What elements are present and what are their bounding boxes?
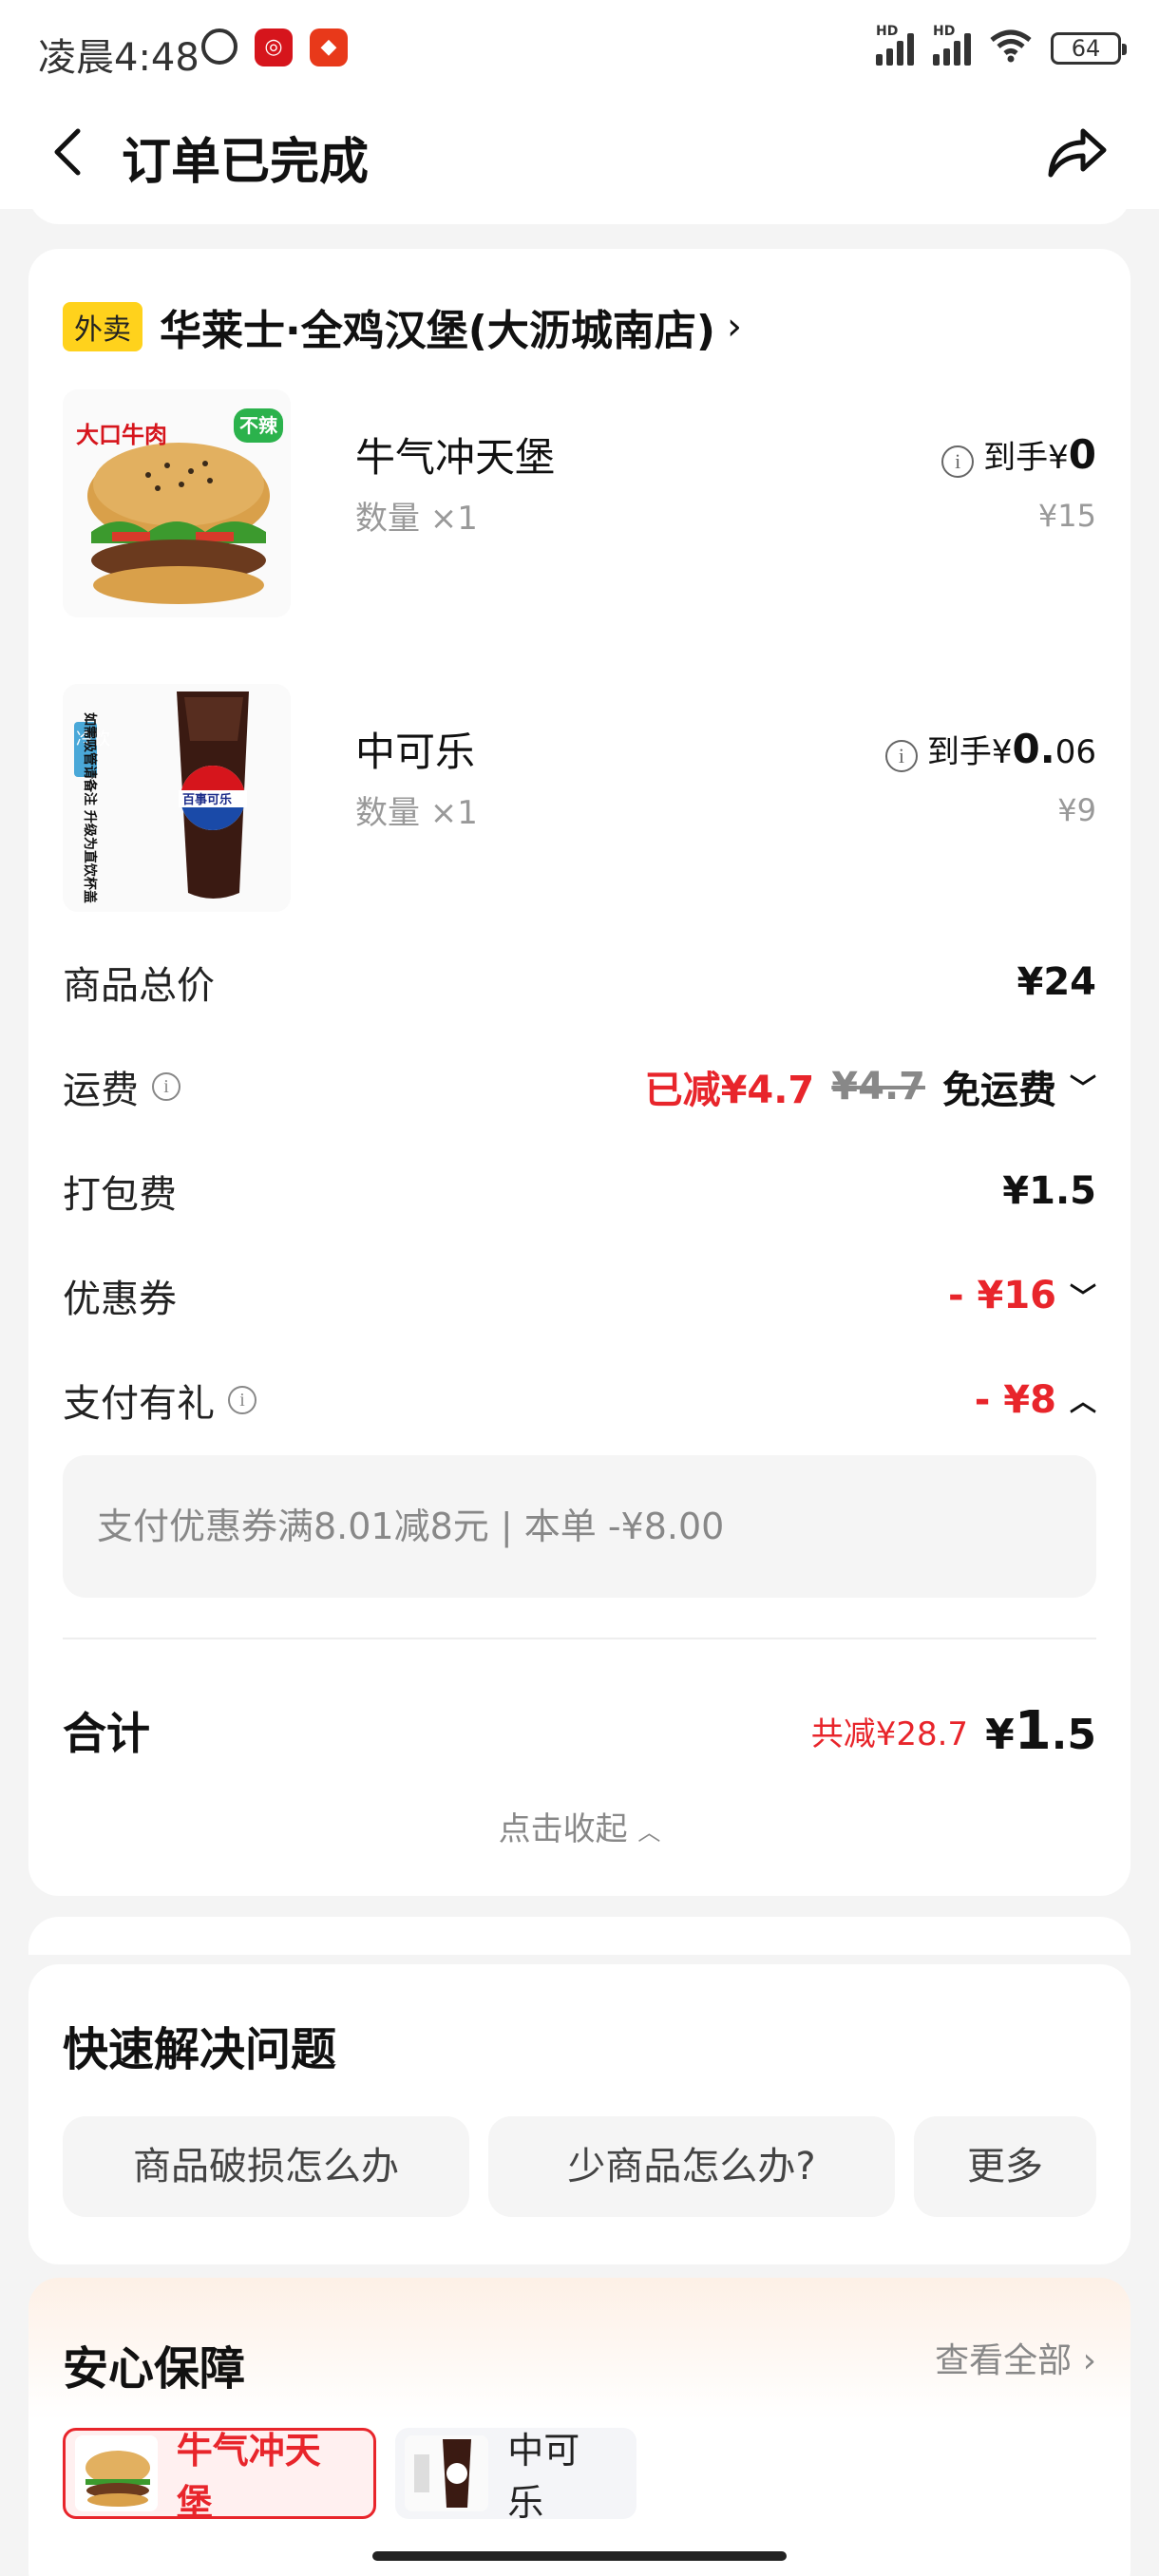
share-icon[interactable] — [1043, 118, 1110, 184]
delivery-original: ¥4.7 — [831, 1065, 925, 1108]
order-item[interactable]: 大口牛肉 不辣 牛气冲天堡 数量 ×1 i 到手¥ 0 ¥15 — [63, 389, 1096, 617]
chip-label: 中可乐 — [507, 2430, 580, 2524]
store-row[interactable]: 外卖 华莱士·全鸡汉堡(大沥城南店) › — [63, 296, 742, 357]
order-detail-card: 外卖 华莱士·全鸡汉堡(大沥城南店) › 大口牛肉 不辣 牛气冲天堡 数量 ×1… — [28, 249, 1130, 1896]
damaged-goods-button[interactable]: 商品破损怎么办 — [63, 2116, 469, 2217]
subtotal-value: ¥24 — [1016, 960, 1097, 1004]
coupon-label: 优惠券 — [63, 1278, 177, 1321]
status-time: 凌晨4:48 — [38, 36, 200, 80]
pay-gift-value: - ¥8 ︿ — [974, 1378, 1096, 1422]
assurance-title: 安心保障 — [63, 2342, 246, 2396]
chevron-up-icon[interactable]: ︿ — [1070, 1381, 1096, 1419]
more-button[interactable]: 更多 — [914, 2116, 1096, 2217]
item-quantity: 数量 ×1 — [355, 794, 478, 832]
item-quantity: 数量 ×1 — [355, 500, 478, 538]
coupon-value: - ¥16 ﹀ — [947, 1274, 1096, 1317]
see-all-link[interactable]: 查看全部 › — [935, 2333, 1096, 2382]
info-icon[interactable]: i — [228, 1386, 256, 1414]
home-indicator[interactable] — [372, 2551, 787, 2561]
delivery-fee-label: 运费 i — [63, 1059, 190, 1114]
back-arrow-icon[interactable] — [49, 127, 87, 177]
assurance-card: 安心保障 查看全部 › 牛气冲天堡 中可乐 — [28, 2278, 1130, 2576]
page-title: 订单已完成 — [122, 134, 370, 191]
chevron-down-icon[interactable]: ﹀ — [1070, 1068, 1096, 1106]
subtotal-row: 商品总价 ¥24 — [63, 954, 1096, 1011]
info-icon[interactable]: i — [884, 740, 918, 772]
order-item[interactable]: 冷饮 如需吸管请备注 升级为直饮杯盖 百事可乐 中可乐 数量 ×1 i 到手¥ … — [63, 684, 1096, 912]
wifi-icon — [990, 28, 1032, 67]
cola-note-text: 如需吸管请备注 升级为直饮杯盖 — [82, 712, 98, 903]
status-bar: 凌晨4:48 ◎ ◆ HD HD 64 — [0, 0, 1159, 95]
card-stub — [28, 1917, 1130, 1955]
burger-badge-text: 大口牛肉 — [76, 422, 167, 448]
pay-gift-row[interactable]: 支付有礼 i - ¥8 ︿ — [63, 1372, 1096, 1429]
pay-gift-detail: 支付优惠券满8.01减8元 | 本单 -¥8.00 — [63, 1455, 1096, 1598]
item-name: 中可乐 — [355, 729, 476, 775]
chip-label: 牛气冲天堡 — [176, 2430, 321, 2524]
chevron-right-icon: › — [726, 305, 742, 349]
delivery-fee-row[interactable]: 运费 i 已减¥4.7 ¥4.7 免运费 ﹀ — [63, 1058, 1096, 1115]
delivery-reduced: 已减¥4.7 — [644, 1069, 815, 1112]
total-amount: ¥1.5 — [985, 1699, 1096, 1762]
signal-icon: HD — [876, 24, 914, 66]
total-label: 合计 — [63, 1708, 150, 1759]
info-icon[interactable]: i — [152, 1072, 180, 1101]
app-notification-icon: ◆ — [310, 28, 348, 66]
item-final-price: i 到手¥ 0. 06 — [884, 726, 1096, 772]
signal-icon-2: HD — [933, 24, 971, 66]
item-final-price: i 到手¥ 0 — [941, 431, 1096, 478]
chevron-right-icon: › — [1082, 2341, 1096, 2380]
item-name: 牛气冲天堡 — [355, 434, 556, 481]
quick-help-title: 快速解决问题 — [63, 2023, 337, 2076]
battery-icon: 64 — [1051, 31, 1127, 65]
delivery-tag: 外卖 — [63, 302, 142, 351]
chevron-down-icon[interactable]: ﹀ — [1070, 1277, 1096, 1315]
assurance-item-chip[interactable]: 牛气冲天堡 — [63, 2428, 376, 2524]
packing-fee-row: 打包费 ¥1.5 — [63, 1163, 1096, 1220]
chevron-up-icon: ︿ — [637, 1819, 661, 1846]
burger-thumbnail — [75, 2435, 158, 2511]
cola-image: 冷饮 如需吸管请备注 升级为直饮杯盖 百事可乐 — [63, 684, 291, 912]
status-right-icons: HD HD 64 — [876, 24, 1127, 67]
item-original-price: ¥9 — [1057, 792, 1096, 828]
packing-fee-label: 打包费 — [63, 1173, 177, 1217]
item-original-price: ¥15 — [1037, 498, 1096, 534]
cup-logo-text: 百事可乐 — [182, 792, 232, 807]
delivery-free: 免运费 — [941, 1069, 1056, 1112]
collapse-button[interactable]: 点击收起 ︿ — [28, 1803, 1130, 1849]
no-spicy-badge-text: 不辣 — [239, 414, 278, 437]
bank-app-icon: ◎ — [255, 28, 293, 66]
burger-image: 大口牛肉 不辣 — [63, 389, 291, 617]
delivery-fee-value: 已减¥4.7 ¥4.7 免运费 ﹀ — [645, 1059, 1096, 1114]
info-icon[interactable]: i — [941, 445, 975, 478]
missing-goods-button[interactable]: 少商品怎么办? — [488, 2116, 895, 2217]
alarm-icon — [201, 28, 238, 65]
store-name[interactable]: 华莱士·全鸡汉堡(大沥城南店) — [160, 296, 715, 357]
coupon-row[interactable]: 优惠券 - ¥16 ﹀ — [63, 1267, 1096, 1324]
pay-gift-label: 支付有礼 i — [63, 1373, 266, 1428]
assurance-item-chip[interactable]: 中可乐 — [395, 2428, 636, 2524]
cola-thumbnail — [405, 2435, 489, 2511]
total-saved: 共减¥28.7 — [810, 1714, 969, 1753]
subtotal-label: 商品总价 — [63, 964, 215, 1008]
packing-fee-value: ¥1.5 — [1002, 1169, 1096, 1213]
total-row: 合计 共减¥28.7 ¥1.5 — [63, 1693, 1096, 1769]
previous-card-stub — [28, 190, 1130, 224]
divider — [63, 1638, 1096, 1639]
quick-help-card: 快速解决问题 商品破损怎么办 少商品怎么办? 更多 — [28, 1964, 1130, 2264]
status-left-icons: ◎ ◆ — [201, 28, 348, 66]
